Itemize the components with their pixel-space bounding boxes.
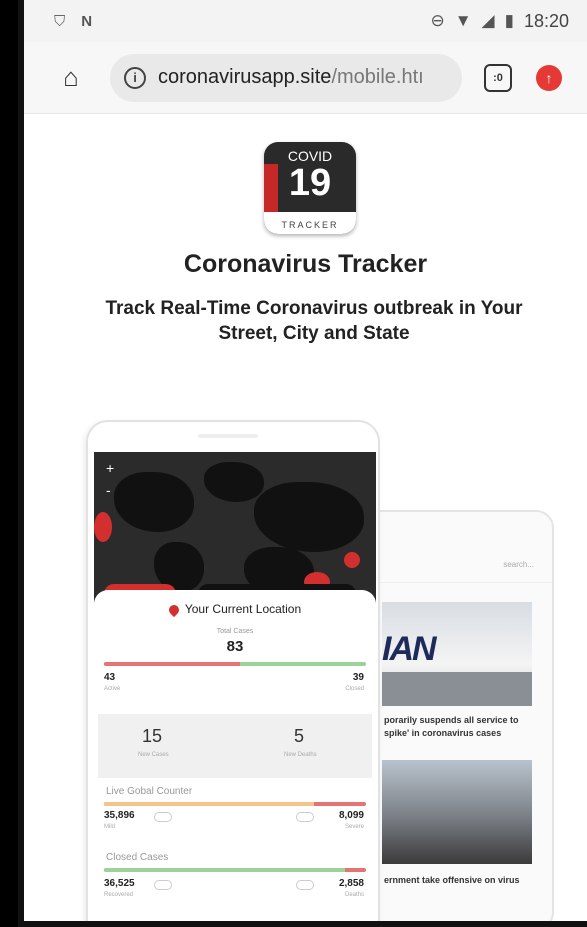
n-icon: N bbox=[81, 12, 93, 30]
signal-icon: ◢ bbox=[481, 11, 495, 30]
recovered-chip bbox=[154, 880, 172, 890]
deaths-label: Deaths bbox=[344, 892, 364, 898]
serious-value: 8,099 bbox=[338, 810, 364, 821]
url-host: coronavirusapp.site bbox=[158, 66, 332, 88]
serious-chip bbox=[296, 812, 314, 822]
recovered-value: 36,525 bbox=[104, 878, 135, 889]
active-value: 43 bbox=[104, 672, 116, 683]
new-stats-box: 15 New Cases 5 New Deaths bbox=[98, 714, 372, 778]
page-title: Coronavirus Tracker bbox=[183, 250, 428, 278]
status-time: 18:20 bbox=[523, 10, 569, 31]
news-caption-1: porarily suspends all service to spike' … bbox=[384, 715, 519, 738]
airline-text: IAN bbox=[382, 630, 437, 668]
pin-icon bbox=[166, 602, 181, 617]
active-label: Active bbox=[104, 686, 121, 692]
new-cases-value: 15 bbox=[142, 726, 163, 746]
shield-icon: ⛉ bbox=[54, 12, 66, 30]
info-icon[interactable]: i bbox=[124, 66, 146, 89]
live-counter-label: Live Gobal Counter bbox=[106, 786, 193, 797]
live-counter-bar bbox=[104, 802, 366, 806]
serious-label: Severe bbox=[344, 824, 364, 830]
phone-screen: ⛉ N ⊖ ▼ ◢ ▮ 18:20 ⌂ i coronavirusapp.sit… bbox=[18, 0, 587, 927]
active-closed-bar bbox=[104, 662, 366, 666]
world-map: + - TOTAL CASES NEW CASES DEATHS bbox=[94, 452, 376, 612]
update-icon[interactable]: ↑ bbox=[536, 64, 562, 91]
mild-value: 35,896 bbox=[104, 810, 135, 821]
mockup-search-text: search... bbox=[503, 560, 534, 569]
url-text: coronavirusapp.site/mobile.htı bbox=[158, 66, 424, 89]
zoom-out-icon[interactable]: - bbox=[106, 482, 111, 498]
closed-value: 39 bbox=[352, 672, 364, 683]
wifi-icon: ▼ bbox=[454, 11, 472, 30]
url-path: /mobile.htı bbox=[331, 66, 424, 88]
logo-19-text: 19 bbox=[288, 162, 332, 204]
recovered-label: Recovered bbox=[104, 892, 134, 898]
mild-label: Mild bbox=[104, 824, 116, 830]
logo-tracker-text: TRACKER bbox=[281, 220, 339, 230]
news-caption-2: ernment take offensive on virus bbox=[384, 875, 520, 885]
zoom-in-icon[interactable]: + bbox=[106, 460, 114, 476]
closed-cases-bar bbox=[104, 868, 366, 872]
battery-icon: ▮ bbox=[504, 11, 514, 30]
status-bar: ⛉ N ⊖ ▼ ◢ ▮ 18:20 bbox=[24, 0, 587, 42]
new-deaths-value: 5 bbox=[294, 726, 305, 746]
closed-cases-label: Closed Cases bbox=[106, 852, 169, 863]
new-deaths-label: New Deaths bbox=[284, 752, 317, 758]
browser-toolbar: ⌂ i coronavirusapp.site/mobile.htı :0 ↑ bbox=[24, 42, 587, 114]
home-icon[interactable]: ⌂ bbox=[54, 61, 88, 95]
location-title: Your Current Location bbox=[94, 602, 376, 617]
total-cases-value: 83 bbox=[226, 638, 244, 655]
total-cases-label: Total Cases bbox=[216, 628, 254, 635]
closed-label: Closed bbox=[345, 686, 364, 692]
tabs-button[interactable]: :0 bbox=[484, 63, 512, 92]
tracker-phone-mockup: + - TOTAL CASES NEW CASES DEATHS Your Cu… bbox=[86, 420, 380, 921]
address-bar[interactable]: i coronavirusapp.site/mobile.htı bbox=[110, 53, 462, 102]
news-image-people bbox=[382, 760, 532, 864]
page-subtitle: Track Real-Time Coronavirus outbreak in … bbox=[105, 298, 523, 344]
page-content: COVID 19 TRACKER Coronavirus Tracker Tra… bbox=[24, 114, 587, 921]
deaths-value: 2,858 bbox=[338, 878, 364, 889]
news-image-plane: IAN bbox=[382, 602, 532, 706]
news-phone-mockup: search... IAN porarily suspends all serv… bbox=[354, 510, 554, 921]
deaths-chip bbox=[296, 880, 314, 890]
new-cases-label: New Cases bbox=[138, 752, 169, 758]
dnd-icon: ⊖ bbox=[430, 11, 445, 30]
app-logo: COVID 19 TRACKER bbox=[264, 142, 356, 234]
mild-chip bbox=[154, 812, 172, 822]
location-card: Your Current Location Total Cases 83 43 … bbox=[94, 590, 376, 921]
